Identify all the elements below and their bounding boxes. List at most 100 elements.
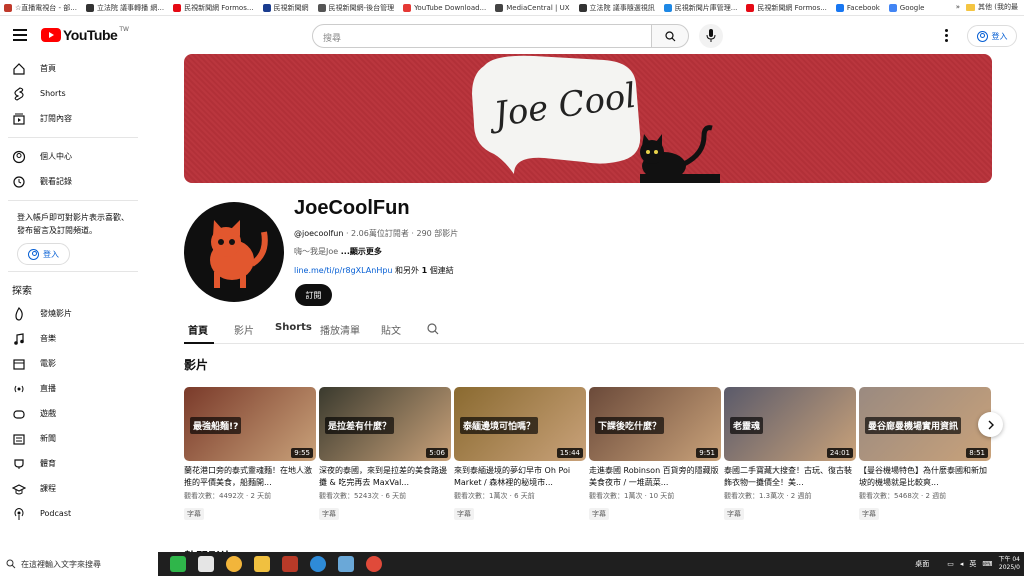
live-icon (14, 385, 24, 392)
tab-shorts[interactable]: Shorts (275, 322, 312, 333)
thumbnail-caption: 最強船麵!? (190, 417, 242, 434)
sidebar-item-shorts[interactable]: Shorts (0, 81, 148, 106)
sidebar-item-movies[interactable]: 電影 (0, 351, 148, 376)
bookmark-item[interactable]: Google (888, 3, 924, 12)
sidebar: 首頁 Shorts 訂閱內容 個人中心 觀看記錄 登入帳戶即可對影片表示喜歡、發布留言及訂… (0, 56, 148, 552)
channel-search-icon[interactable] (427, 323, 439, 335)
sidebar-item-courses[interactable]: 課程 (0, 476, 148, 501)
sidebar-item-history[interactable]: 觀看記錄 (0, 169, 148, 194)
network-icon[interactable]: ▭ (947, 560, 954, 568)
bookmark-item[interactable]: 民視新聞網 (262, 3, 309, 13)
voice-search-button[interactable] (699, 24, 723, 48)
video-meta: 觀看次數：5243次 · 6 天前 (319, 492, 407, 500)
clock[interactable]: 下午 04 2025/0 (998, 556, 1020, 572)
video-card[interactable]: 是拉差有什麼？ 5:06 深夜的泰國，來到是拉差的美食路邊攤 & 吃完再去 MaxV… (319, 387, 451, 520)
video-title[interactable]: 深夜的泰國，來到是拉差的美食路邊攤 & 吃完再去 MaxVal... (319, 465, 451, 489)
sidebar-item-label: 遊戲 (40, 409, 56, 418)
sidebar-item-you[interactable]: 個人中心 (0, 144, 148, 169)
tab-home[interactable]: 首頁 (188, 322, 208, 337)
video-card[interactable]: 泰緬邊境可怕嗎？ 15:44 來到泰緬邊境的夢幻早市 Oh Poi Market /… (454, 387, 586, 520)
folder-icon (966, 3, 976, 11)
sidebar-item-podcast[interactable]: Podcast (0, 501, 148, 526)
subtitle-badge: 字幕 (319, 508, 339, 520)
video-thumbnail[interactable]: 老靈魂 24:01 (724, 387, 856, 461)
subscribe-button[interactable]: 訂閱 (295, 284, 332, 306)
other-bookmarks[interactable]: » 其他 (我的最 (951, 2, 1018, 12)
desktop-label[interactable]: 桌面 (915, 559, 929, 569)
bookmark-item[interactable]: 民視新聞網 Formos... (173, 3, 254, 13)
video-title[interactable]: 泰國二手寶藏大搜查！古玩、復古裝飾衣物一攤價全！美... (724, 465, 856, 489)
video-meta: 觀看次數：1萬次 · 6 天前 (454, 492, 535, 500)
sidebar-item-subscriptions[interactable]: 訂閱內容 (0, 106, 148, 131)
channel-description[interactable]: 嗨～我是Joe ...顯示更多 (294, 246, 382, 257)
video-title[interactable]: 蘭花港口旁的泰式靈魂麵！在地人激推的平價美食，船麵開... (184, 465, 316, 489)
sidebar-item-live[interactable]: 直播 (0, 376, 148, 401)
sidebar-item-gaming[interactable]: 遊戲 (0, 401, 148, 426)
bookmark-label: 民視新聞網 (273, 3, 309, 12)
bookmark-item[interactable]: 民視新聞片庫管理... (663, 3, 737, 13)
subtitle-badge: 字幕 (589, 508, 609, 520)
sidebar-item-trending[interactable]: 發燒影片 (0, 301, 148, 326)
tab-videos[interactable]: 影片 (234, 322, 254, 337)
sidebar-signin-button[interactable]: 登入 (17, 243, 70, 265)
video-thumbnail[interactable]: 最強船麵!? 9:55 (184, 387, 316, 461)
video-thumbnail[interactable]: 曼谷廊曼機場實用資訊 8:51 (859, 387, 991, 461)
bookmark-item[interactable]: ☆直播電視台 - 部... (4, 3, 77, 13)
video-card[interactable]: 老靈魂 24:01 泰國二手寶藏大搜查！古玩、復古裝飾衣物一攤價全！美... 觀看次數… (724, 387, 856, 520)
ime-indicator[interactable]: 英 (969, 559, 976, 569)
shelf-next-button[interactable] (978, 412, 1003, 437)
home-icon (13, 62, 25, 75)
music-icon (14, 332, 24, 345)
video-title[interactable]: 來到泰緬邊境的夢幻早市 Oh Poi Market / 森林裡的秘境市... (454, 465, 586, 489)
video-title[interactable]: 【曼谷機場特色】為什麼泰國和新加坡的機場就是比較爽... (859, 465, 991, 489)
chrome-active-icon[interactable] (366, 556, 382, 572)
description-text: 嗨～我是Joe (294, 247, 339, 256)
channel-link[interactable]: line.me/ti/p/r8gXLAnHpu (294, 266, 393, 275)
file-explorer-icon[interactable] (254, 556, 270, 572)
video-meta: 觀看次數：5468次 · 2 週前 (859, 492, 947, 500)
video-title[interactable]: 走進泰國 Robinson 百貨旁的隱藏版美食夜市 / 一堆蔬菜... (589, 465, 721, 489)
sidebar-item-music[interactable]: 音樂 (0, 326, 148, 351)
bookmark-label: Facebook (846, 3, 880, 12)
video-thumbnail[interactable]: 是拉差有什麼？ 5:06 (319, 387, 451, 461)
video-thumbnail[interactable]: 下課後吃什麼？ 9:51 (589, 387, 721, 461)
menu-icon[interactable] (13, 29, 27, 41)
app-icon[interactable] (198, 556, 214, 572)
sidebar-item-label: Shorts (40, 89, 66, 98)
bookmark-item[interactable]: 民視新聞網 Formos... (746, 3, 827, 13)
video-card[interactable]: 曼谷廊曼機場實用資訊 8:51 【曼谷機場特色】為什麼泰國和新加坡的機場就是比較爽.… (859, 387, 991, 520)
tab-posts[interactable]: 貼文 (381, 322, 401, 337)
edge-icon[interactable] (310, 556, 326, 572)
video-thumbnail[interactable]: 泰緬邊境可怕嗎？ 15:44 (454, 387, 586, 461)
signin-button[interactable]: 登入 (967, 25, 1017, 47)
tab-playlists[interactable]: 播放清單 (320, 322, 360, 337)
taskbar-search-input[interactable]: 在這裡輸入文字來搜尋 (0, 552, 158, 576)
filezilla-icon[interactable] (282, 556, 298, 572)
gaming-icon (13, 409, 25, 419)
video-card[interactable]: 下課後吃什麼？ 9:51 走進泰國 Robinson 百貨旁的隱藏版美食夜市 / 一… (589, 387, 721, 520)
youtube-logo[interactable]: YouTube TW (41, 26, 129, 43)
show-more-link[interactable]: ...顯示更多 (341, 247, 382, 256)
bookmark-item[interactable]: 立法院 議事轉播 網... (85, 3, 164, 13)
line-app-icon[interactable] (170, 556, 186, 572)
sidebar-item-home[interactable]: 首頁 (0, 56, 148, 81)
bookmark-item[interactable]: Facebook (835, 3, 880, 12)
volume-icon[interactable]: ◂ (960, 560, 964, 568)
logo-text: YouTube (63, 27, 118, 43)
channel-avatar[interactable] (184, 202, 284, 302)
system-tray: 桌面 ▭ ◂ 英 ⌨ 下午 04 2025/0 (915, 552, 1020, 576)
bookmark-item[interactable]: YouTube Download... (403, 3, 486, 12)
sidebar-item-news[interactable]: 新聞 (0, 426, 148, 451)
search-input[interactable]: 搜尋 (312, 24, 652, 48)
keyboard-icon[interactable]: ⌨ (982, 560, 992, 568)
bookmark-item[interactable]: MediaCentral | UX (495, 3, 570, 12)
app-icon-2[interactable] (338, 556, 354, 572)
subtitle-badge: 字幕 (859, 508, 879, 520)
video-card[interactable]: 最強船麵!? 9:55 蘭花港口旁的泰式靈魂麵！在地人激推的平價美食，船麵開... 觀… (184, 387, 316, 520)
chrome-icon[interactable] (226, 556, 242, 572)
settings-more-icon[interactable] (945, 29, 949, 43)
sidebar-item-sports[interactable]: 體育 (0, 451, 148, 476)
bookmark-item[interactable]: 民視新聞網-後台管理 (317, 3, 394, 13)
bookmark-item[interactable]: 立法院 議事隨選視訊 (578, 3, 655, 13)
search-button[interactable] (651, 24, 689, 48)
